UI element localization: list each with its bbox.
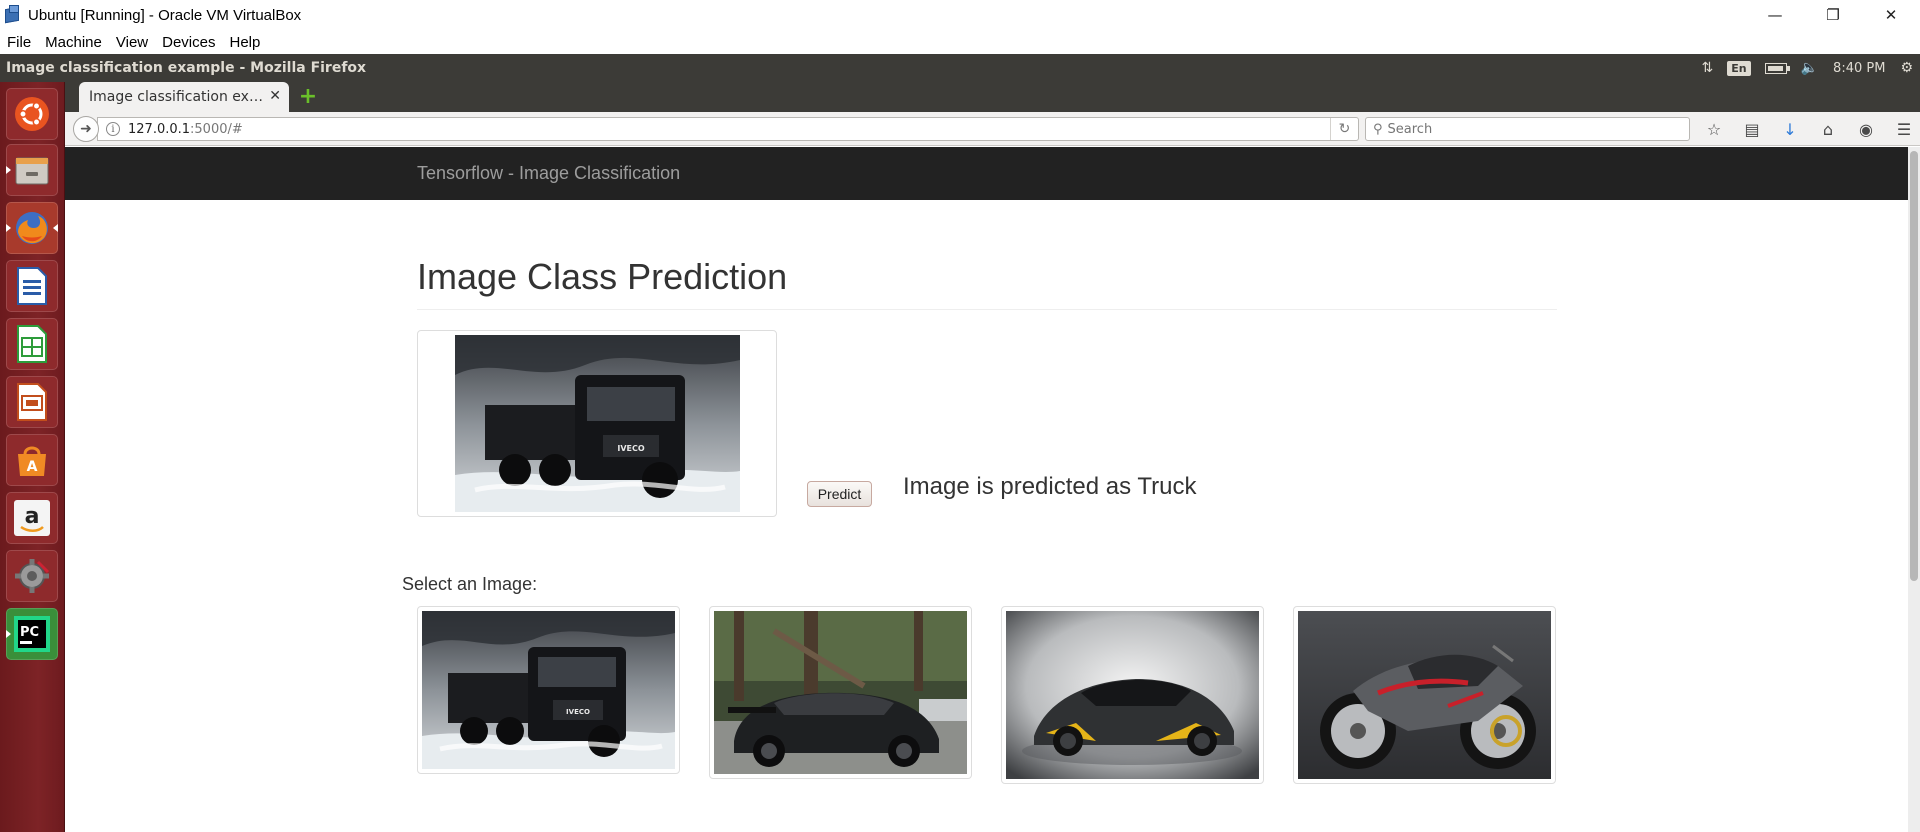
browser-tabbar: Image classification ex… ✕ +	[65, 82, 1920, 112]
host-window-title: Ubuntu [Running] - Oracle VM VirtualBox	[28, 6, 302, 24]
svg-text:IVECO: IVECO	[566, 708, 590, 716]
menu-file[interactable]: File	[0, 34, 38, 51]
clock[interactable]: 8:40 PM	[1833, 61, 1885, 76]
keyboard-layout-label: En	[1727, 60, 1751, 76]
virtualbox-icon	[2, 4, 24, 26]
svg-text:A: A	[27, 459, 38, 475]
reload-icon[interactable]: ↻	[1330, 118, 1358, 140]
svg-text:a: a	[25, 504, 40, 529]
bookmark-star-icon[interactable]: ☆	[1695, 112, 1733, 146]
thumbnail-truck[interactable]: IVECO	[417, 606, 680, 774]
close-icon[interactable]: ✕	[1862, 0, 1920, 30]
scrollbar-thumb[interactable]	[1910, 151, 1918, 581]
libreoffice-impress-icon[interactable]	[6, 376, 58, 428]
window-controls: — ❐ ✕	[1746, 0, 1920, 30]
restore-icon[interactable]: ❐	[1804, 0, 1862, 30]
sports-car-rear-image	[714, 611, 967, 774]
firefox-launcher-icon[interactable]	[6, 202, 58, 254]
menu-view[interactable]: View	[109, 34, 155, 51]
pycharm-icon[interactable]: PC	[6, 608, 58, 660]
select-image-label: Select an Image:	[402, 574, 538, 594]
software-center-icon[interactable]: A	[6, 434, 58, 486]
page-scrollbar[interactable]	[1908, 147, 1920, 832]
downloads-icon[interactable]: ↓	[1771, 112, 1809, 146]
selected-image-truck: IVECO	[455, 335, 740, 512]
amazon-icon[interactable]: a	[6, 492, 58, 544]
selected-image-frame: IVECO	[417, 330, 777, 517]
tab-image-classification[interactable]: Image classification ex… ✕	[79, 82, 289, 112]
prediction-result: Image is predicted as Truck	[903, 473, 1197, 500]
ubuntu-top-panel: Image classification example - Mozilla F…	[0, 54, 1920, 82]
search-input[interactable]	[1387, 121, 1678, 137]
power-gear-icon[interactable]: ⚙	[1900, 60, 1913, 76]
site-navbar: Tensorflow - Image Classification	[65, 147, 1908, 200]
menu-devices[interactable]: Devices	[155, 34, 222, 51]
ubuntu-launcher: A a PC	[0, 82, 65, 832]
back-arrow-icon[interactable]: ➜	[73, 116, 99, 142]
motorcycle-image	[1298, 611, 1551, 779]
host-titlebar: Ubuntu [Running] - Oracle VM VirtualBox …	[0, 0, 1920, 30]
home-icon[interactable]: ⌂	[1809, 112, 1847, 146]
browser-navbar: i 127.0.0.1:5000/# ↻ ➜ ⚲ ☆ ▤ ↓ ⌂ ◉ ☰	[65, 112, 1920, 146]
search-box[interactable]: ⚲	[1365, 117, 1690, 141]
libreoffice-calc-icon[interactable]	[6, 318, 58, 370]
site-brand[interactable]: Tensorflow - Image Classification	[417, 163, 680, 184]
new-tab-plus-icon[interactable]: +	[298, 86, 318, 108]
minimize-icon[interactable]: —	[1746, 0, 1804, 30]
title-divider	[417, 309, 1557, 310]
thumbnail-motorcycle[interactable]	[1293, 606, 1556, 784]
menu-machine[interactable]: Machine	[38, 34, 109, 51]
ubuntu-dash-icon[interactable]	[6, 88, 58, 140]
thumbnail-sports-car-front[interactable]	[1001, 606, 1264, 784]
page-viewport: Tensorflow - Image Classification Image …	[65, 147, 1908, 832]
battery-icon[interactable]	[1764, 62, 1790, 74]
volume-icon[interactable]: 🔈	[1801, 60, 1818, 76]
hamburger-menu-icon[interactable]: ☰	[1885, 112, 1920, 146]
url-bar[interactable]: i 127.0.0.1:5000/# ↻	[97, 117, 1359, 141]
reading-list-icon[interactable]: ▤	[1733, 112, 1771, 146]
search-icon: ⚲	[1373, 121, 1383, 137]
menu-help[interactable]: Help	[222, 34, 267, 51]
browser-toolbar: ☆ ▤ ↓ ⌂ ◉ ☰	[1695, 112, 1920, 146]
tab-close-icon[interactable]: ✕	[269, 88, 281, 104]
system-settings-icon[interactable]	[6, 550, 58, 602]
url-path: :5000/#	[190, 121, 243, 137]
predict-button[interactable]: Predict	[807, 481, 872, 507]
truck-image: IVECO	[422, 611, 675, 769]
page-title: Image Class Prediction	[417, 256, 788, 297]
network-icon[interactable]: ⇅	[1702, 60, 1714, 76]
svg-text:PC: PC	[20, 625, 39, 640]
files-icon[interactable]	[6, 144, 58, 196]
sports-car-front-image	[1006, 611, 1259, 779]
libreoffice-writer-icon[interactable]	[6, 260, 58, 312]
host-menubar: File Machine View Devices Help	[0, 30, 1920, 54]
tab-title: Image classification ex…	[89, 89, 263, 105]
url-host: 127.0.0.1	[128, 121, 191, 137]
svg-text:IVECO: IVECO	[617, 444, 645, 453]
pocket-icon[interactable]: ◉	[1847, 112, 1885, 146]
thumbnail-sports-car-rear[interactable]	[709, 606, 972, 779]
keyboard-layout-indicator[interactable]: En	[1727, 60, 1751, 76]
active-window-title: Image classification example - Mozilla F…	[6, 60, 367, 76]
site-info-icon[interactable]: i	[106, 122, 120, 136]
